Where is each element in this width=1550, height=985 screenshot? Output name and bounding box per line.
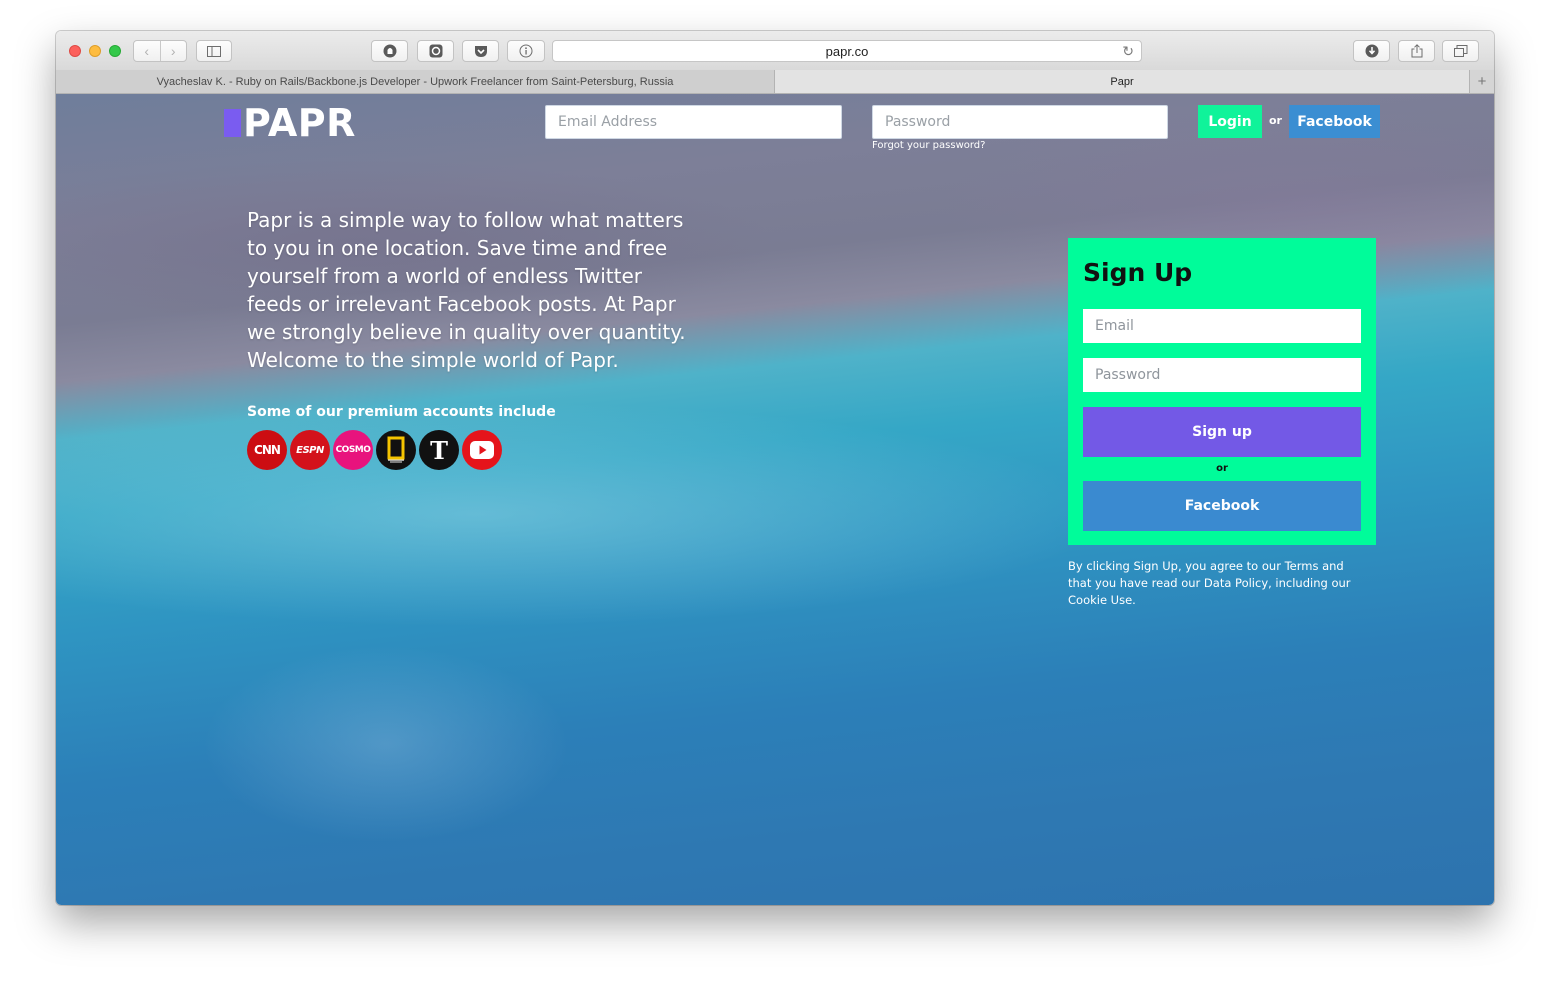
minimize-window-button[interactable] <box>89 45 101 57</box>
downloads-button[interactable] <box>1353 40 1390 62</box>
signup-card: Sign Up Sign up or Facebook <box>1068 238 1376 545</box>
forgot-password-link[interactable]: Forgot your password? <box>872 140 985 151</box>
address-bar[interactable]: papr.co ↻ <box>552 40 1142 62</box>
sidebar-button[interactable] <box>196 40 232 62</box>
espn-logo-text: ESPN <box>296 444 324 456</box>
tab-upwork[interactable]: Vyacheslav K. - Ruby on Rails/Backbone.j… <box>56 70 775 93</box>
nyt-logo-icon: T <box>419 430 459 470</box>
cosmo-logo-text: COSMO <box>335 445 371 455</box>
tab-label: Papr <box>1110 75 1134 88</box>
extension-camera-button[interactable] <box>417 40 454 62</box>
signup-password-input[interactable] <box>1083 358 1361 392</box>
share-button[interactable] <box>1398 40 1435 62</box>
logo-text: PAPR <box>243 101 356 145</box>
cosmo-logo-icon: COSMO <box>333 430 373 470</box>
signup-facebook-button[interactable]: Facebook <box>1083 481 1361 531</box>
cnn-logo-text: CNN <box>254 443 281 457</box>
history-nav: ‹ › <box>133 40 187 62</box>
espn-logo-icon: ESPN <box>290 430 330 470</box>
ghost-icon <box>383 44 396 58</box>
close-window-button[interactable] <box>69 45 81 57</box>
browser-toolbar: ‹ › papr.co ↻ <box>56 31 1494 71</box>
plus-icon: + <box>1477 73 1487 90</box>
login-password-input[interactable] <box>872 105 1168 139</box>
play-icon <box>470 441 494 459</box>
login-email-input[interactable] <box>545 105 842 139</box>
extension-ghostery-button[interactable] <box>371 40 408 62</box>
terms-text: By clicking Sign Up, you agree to our Te… <box>1068 559 1351 607</box>
natgeo-frame-icon <box>387 436 405 463</box>
address-url: papr.co <box>825 43 869 59</box>
info-icon <box>519 44 533 58</box>
tab-label: Vyacheslav K. - Ruby on Rails/Backbone.j… <box>156 75 674 88</box>
youtube-logo-icon <box>462 430 502 470</box>
download-icon <box>1365 44 1378 58</box>
share-icon <box>1411 44 1422 58</box>
header-or-label: or <box>1269 114 1282 127</box>
premium-brands: CNN ESPN COSMO T <box>247 430 505 470</box>
signup-or-label: or <box>1216 463 1228 474</box>
header-facebook-button[interactable]: Facebook <box>1289 105 1380 138</box>
page-content: PAPR Forgot your password? Login or Face… <box>56 94 1494 905</box>
camera-icon <box>429 44 442 58</box>
signup-button[interactable]: Sign up <box>1083 407 1361 457</box>
new-tab-button[interactable]: + <box>1469 70 1494 93</box>
chevron-left-icon[interactable]: ‹ <box>134 41 161 61</box>
premium-accounts-label: Some of our premium accounts include <box>247 404 556 420</box>
tab-bar: Vyacheslav K. - Ruby on Rails/Backbone.j… <box>56 70 1494 94</box>
signup-title: Sign Up <box>1083 258 1193 287</box>
logo-mark <box>224 109 241 137</box>
cnn-logo-icon: CNN <box>247 430 287 470</box>
nyt-logo-text: T <box>430 435 448 465</box>
reload-icon[interactable]: ↻ <box>1122 43 1134 60</box>
login-button[interactable]: Login <box>1198 105 1262 138</box>
extension-pocket-button[interactable] <box>462 40 499 62</box>
tab-overview-button[interactable] <box>1442 40 1479 62</box>
intro-text: Papr is a simple way to follow what matt… <box>247 208 686 372</box>
chevron-right-icon[interactable]: › <box>161 41 187 61</box>
papr-logo[interactable]: PAPR <box>224 101 356 145</box>
info-button[interactable] <box>507 40 545 62</box>
signup-email-input[interactable] <box>1083 309 1361 343</box>
natgeo-logo-icon <box>376 430 416 470</box>
sidebar-icon <box>207 45 221 57</box>
browser-window: ‹ › papr.co ↻ Vyacheslav K. - Ruby on Ra… <box>56 31 1494 905</box>
tabs-icon <box>1453 45 1467 57</box>
tab-papr[interactable]: Papr <box>775 70 1469 93</box>
maximize-window-button[interactable] <box>109 45 121 57</box>
pocket-icon <box>474 45 487 57</box>
